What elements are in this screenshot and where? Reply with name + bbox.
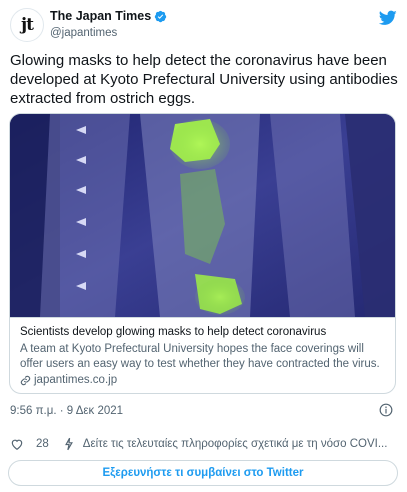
card-title[interactable]: Scientists develop glowing masks to help… xyxy=(20,325,385,340)
account-names: The Japan Times @japantimes xyxy=(50,9,167,39)
link-card[interactable]: Scientists develop glowing masks to help… xyxy=(9,113,396,394)
handle[interactable]: @japantimes xyxy=(50,27,167,39)
lightning-icon xyxy=(64,437,73,451)
display-name-text: The Japan Times xyxy=(50,9,152,23)
display-name[interactable]: The Japan Times xyxy=(50,9,167,23)
tweet-text: Glowing masks to help detect the coronav… xyxy=(10,52,398,107)
info-icon[interactable] xyxy=(379,403,393,417)
avatar[interactable]: jt xyxy=(10,8,44,42)
tweet-timestamp[interactable]: 9:56 π.μ. · 9 Δεκ 2021 xyxy=(10,405,123,417)
twitter-bird-icon[interactable] xyxy=(379,10,397,26)
card-image[interactable] xyxy=(10,114,395,317)
link-icon xyxy=(20,375,31,386)
verified-badge-icon xyxy=(155,10,167,22)
heart-icon[interactable] xyxy=(10,437,24,451)
tweet-actions: 28 Δείτε τις τελευταίες πληροφορίες σχετ… xyxy=(10,436,397,452)
covid-info-link[interactable]: Δείτε τις τελευταίες πληροφορίες σχετικά… xyxy=(83,438,388,450)
card-domain[interactable]: japantimes.co.jp xyxy=(20,373,385,388)
explore-twitter-button[interactable]: Εξερευνήστε τι συμβαίνει στο Twitter xyxy=(8,460,398,486)
card-domain-text: japantimes.co.jp xyxy=(34,374,118,386)
card-description: A team at Kyoto Prefectural University h… xyxy=(20,343,380,370)
card-body[interactable]: Scientists develop glowing masks to help… xyxy=(10,317,395,393)
avatar-logo-text: jt xyxy=(20,15,34,35)
tweet-header: jt The Japan Times @japantimes xyxy=(10,8,397,44)
glowing-mask-photo-icon xyxy=(10,114,395,317)
like-count[interactable]: 28 xyxy=(36,438,49,450)
